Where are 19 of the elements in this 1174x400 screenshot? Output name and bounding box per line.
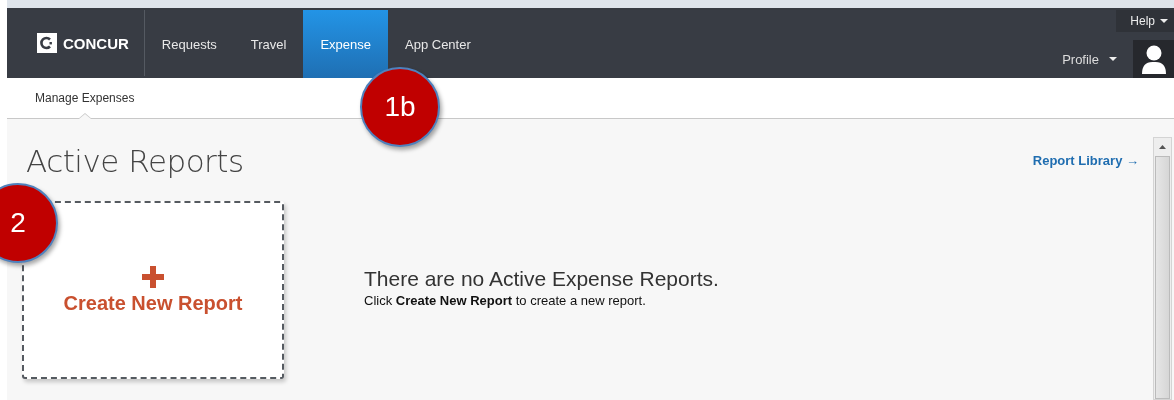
nav-tab[interactable]: App Center	[388, 32, 488, 56]
help-menu[interactable]: Help	[1116, 10, 1174, 32]
up-arrow-icon	[1159, 145, 1166, 149]
nav-tab[interactable]: Requests	[144, 32, 234, 56]
empty-hint: Click Create New Report to create a new report.	[364, 292, 647, 308]
plus-icon	[142, 265, 164, 288]
subnav-tab[interactable]: Manage Expenses	[35, 78, 135, 118]
nav-tab[interactable]: Expense	[303, 10, 388, 78]
caret-icon	[1109, 57, 1117, 61]
avatar-button[interactable]	[1133, 40, 1174, 78]
profile-menu[interactable]: Profile	[1062, 51, 1117, 67]
scrollbar[interactable]	[1153, 137, 1172, 400]
concur-logo: CONCUR	[7, 10, 145, 76]
user-icon	[1140, 44, 1167, 74]
caret-icon	[1160, 19, 1168, 23]
report-library-link[interactable]: Report Library →	[1032, 153, 1139, 168]
nav-tab[interactable]: Travel	[233, 32, 304, 56]
page-title: Active Reports	[26, 143, 244, 179]
empty-message: There are no Active Expense Reports.	[364, 266, 719, 291]
